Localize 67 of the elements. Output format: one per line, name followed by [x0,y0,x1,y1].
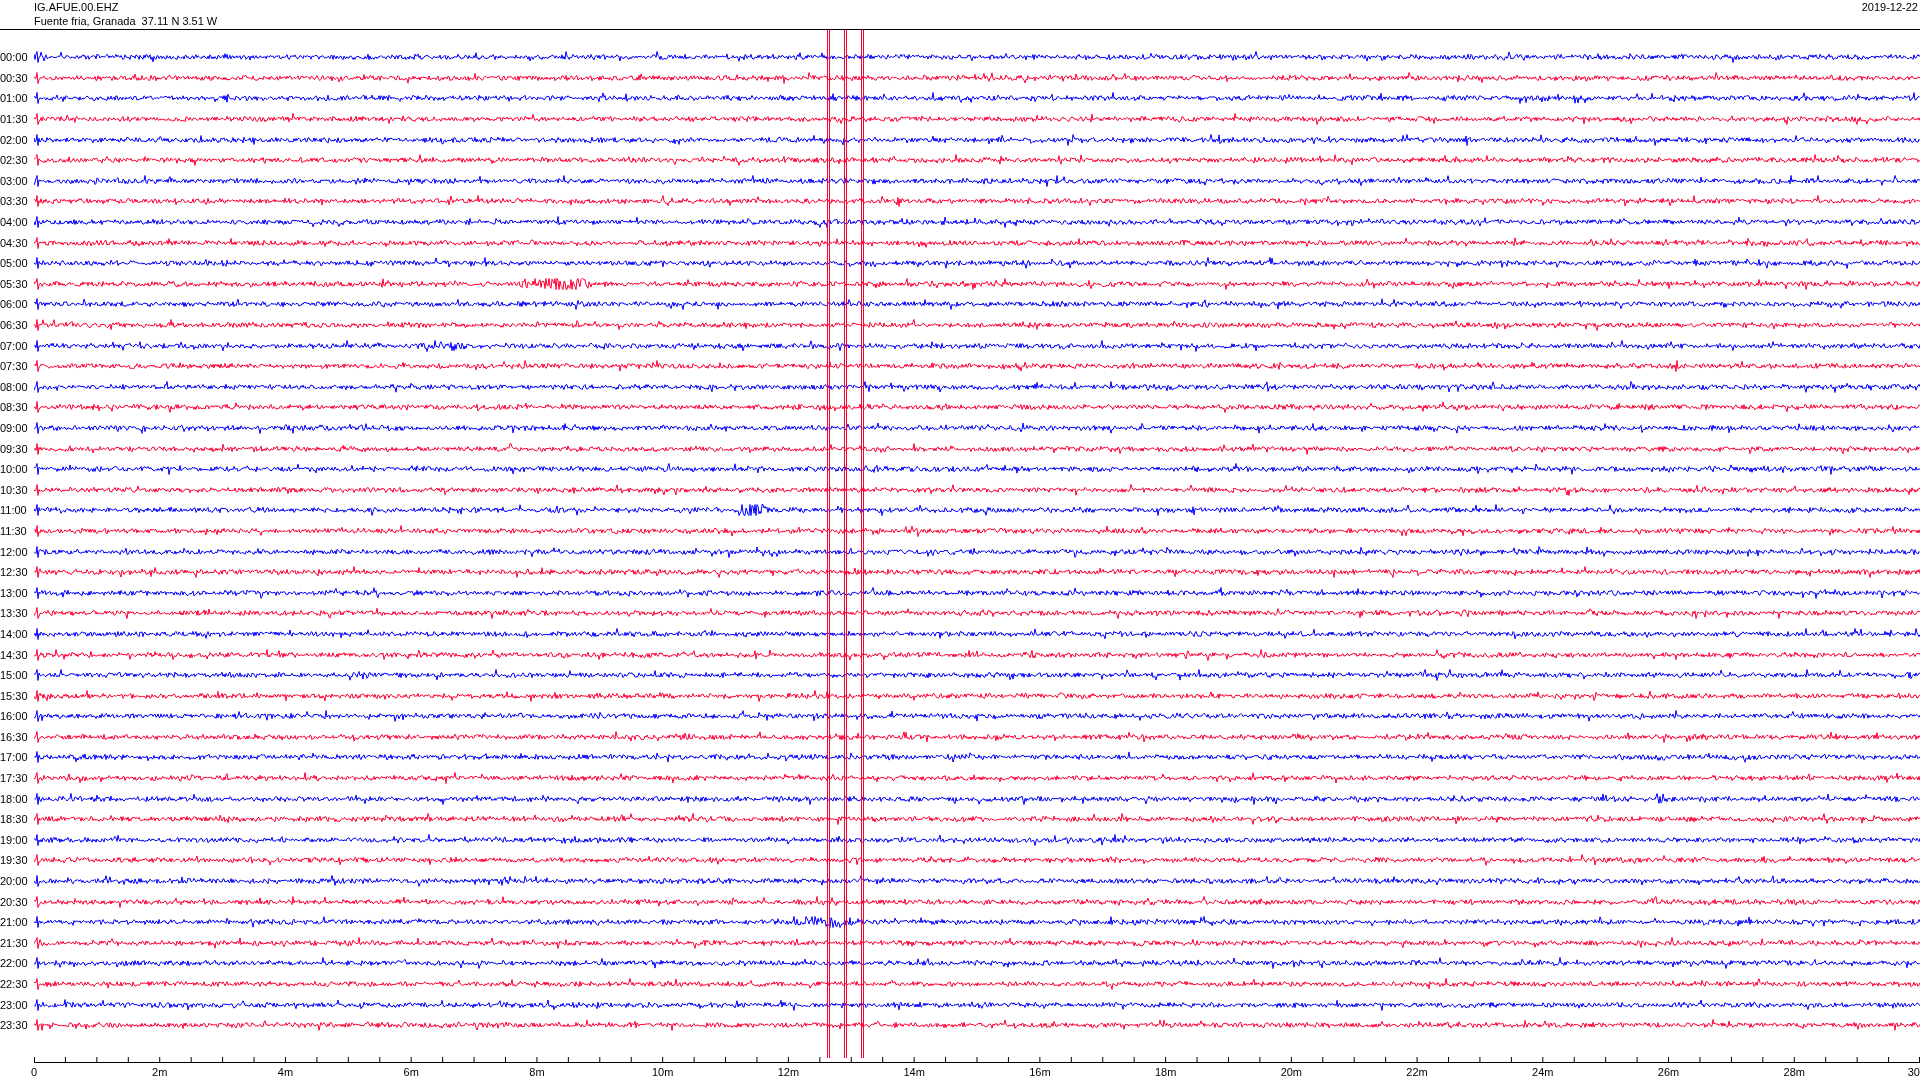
row-time-label: 09:00 [0,422,29,434]
row-time-label: 04:30 [0,236,29,249]
row-time-label: 10:00 [0,463,29,476]
row-time-label: 20:30 [0,895,29,908]
axis-tick-label: 24m [1532,1066,1554,1078]
row-time-label: 15:00 [0,669,29,682]
row-time-label: 07:30 [0,360,29,373]
row-time-label: 16:00 [0,710,29,723]
row-time-label: 02:30 [0,154,29,167]
axis-tick-label: 6m [403,1066,419,1078]
row-time-label: 23:30 [0,1019,29,1032]
row-time-label: 12:00 [0,545,29,558]
axis-tick-label: 16m [1029,1066,1051,1078]
row-time-label: 18:00 [0,792,29,805]
row-time-label: 05:30 [0,277,29,290]
row-time-label: 13:30 [0,607,29,620]
axis-tick-label: 8m [529,1066,545,1078]
axis-tick-label: 20m [1280,1066,1303,1078]
axis-tick-label: 0 [30,1066,38,1078]
row-time-label: 06:30 [0,319,29,331]
row-time-label: 11:30 [0,524,28,537]
row-time-label: 01:30 [0,113,29,126]
axis-tick-label: 30 [1907,1066,1920,1078]
axis-tick-label: 26m [1657,1066,1680,1078]
row-time-label: 03:00 [0,174,29,187]
row-time-label: 04:00 [0,216,29,229]
row-time-label: 17:30 [0,772,29,785]
row-time-label: 14:30 [0,648,29,661]
plot-date: 2019-12-22 [1861,0,1918,14]
row-time-label: 06:00 [0,298,29,311]
axis-tick-label: 28m [1783,1066,1805,1078]
axis-tick-label: 12m [777,1066,800,1078]
row-time-label: 05:00 [0,257,29,270]
row-time-label: 19:30 [0,854,29,867]
row-time-label: 14:00 [0,627,29,640]
axis-tick-label: 10m [651,1066,674,1078]
station-location: Fuente fria, Granada 37.11 N 3.51 W [34,14,218,28]
row-time-label: 17:00 [0,751,29,764]
axis-tick-label: 4m [277,1066,294,1078]
row-time-label: 12:30 [0,566,29,579]
row-time-label: 00:00 [0,51,29,64]
station-code: IG.AFUE.00.EHZ [34,0,120,14]
axis-tick-label: 14m [903,1066,925,1078]
row-time-label: 07:00 [0,339,29,352]
row-time-label: 03:30 [0,195,29,208]
row-time-label: 23:00 [0,998,29,1011]
row-time-label: 19:00 [0,833,29,846]
row-time-label: 09:30 [0,442,29,455]
axis-tick-label: 2m [152,1066,168,1078]
row-time-label: 20:00 [0,875,29,888]
row-time-label: 10:30 [0,483,29,496]
row-time-label: 22:00 [0,957,29,970]
axis-tick-label: 18m [1154,1066,1177,1078]
row-time-label: 02:00 [0,133,29,146]
row-time-label: 08:30 [0,401,29,414]
row-time-label: 18:30 [0,813,29,826]
row-time-label: 21:30 [0,936,29,949]
row-time-label: 13:00 [0,586,29,599]
row-time-label: 21:00 [0,916,29,929]
axis-tick-label: 22m [1406,1066,1428,1078]
row-time-label: 08:00 [0,380,29,393]
row-time-label: 00:30 [0,71,29,84]
row-time-label: 22:30 [0,978,29,990]
row-time-label: 01:00 [0,92,29,105]
row-time-label: 11:00 [0,504,28,517]
row-time-label: 16:30 [0,730,29,743]
row-time-label: 15:30 [0,689,29,702]
